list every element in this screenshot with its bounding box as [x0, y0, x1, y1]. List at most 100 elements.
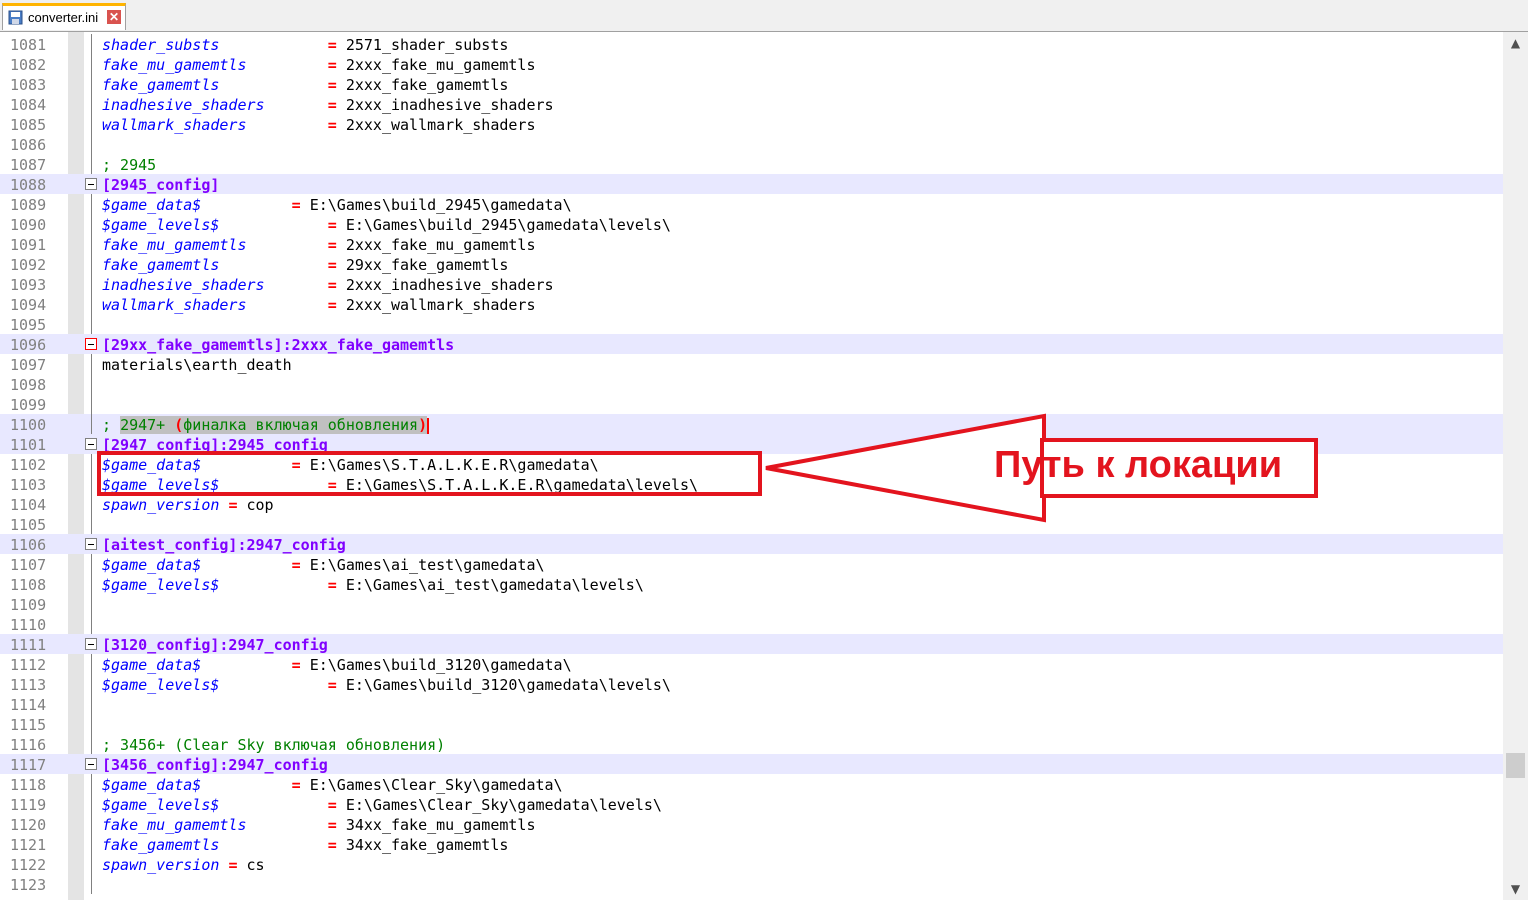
- code-line[interactable]: 1123: [0, 874, 1503, 894]
- code-line[interactable]: 1113 $game_levels$ = E:\Games\build_3120\…: [0, 674, 1503, 694]
- code-line[interactable]: 1119 $game_levels$ = E:\Games\Clear_Sky\g…: [0, 794, 1503, 814]
- code-line[interactable]: 1094 wallmark_shaders = 2xxx_wallmark_sha…: [0, 294, 1503, 314]
- ini-value: [201, 776, 291, 794]
- code-line[interactable]: 1090 $game_levels$ = E:\Games\build_2945\…: [0, 214, 1503, 234]
- code-line[interactable]: 1095: [0, 314, 1503, 334]
- fold-toggle-icon[interactable]: [85, 638, 97, 650]
- code-line[interactable]: 1088 [2945_config]: [0, 174, 1503, 194]
- code-line[interactable]: 1116 ; 3456+ (Clear Sky включая обновлени…: [0, 734, 1503, 754]
- ini-value: [219, 576, 327, 594]
- line-number: 1093: [10, 276, 47, 294]
- code-line[interactable]: 1082 fake_mu_gamemtls = 2xxx_fake_mu_game…: [0, 54, 1503, 74]
- ini-key: fake_gamemtls: [102, 836, 220, 854]
- ini-section: [29xx_fake_gamemtls]:2xxx_fake_gamemtls: [102, 336, 455, 354]
- tab-converter-ini[interactable]: converter.ini ✕: [2, 3, 126, 30]
- code-line[interactable]: 1108 $game_levels$ = E:\Games\ai_test\gam…: [0, 574, 1503, 594]
- code-line[interactable]: 1096 [29xx_fake_gamemtls]:2xxx_fake_gamem…: [0, 334, 1503, 354]
- line-text: fake_mu_gamemtls = 2xxx_fake_mu_gamemtls: [102, 235, 536, 255]
- line-number: 1122: [10, 856, 47, 874]
- code-line[interactable]: 1087 ; 2945: [0, 154, 1503, 174]
- code-line[interactable]: 1112 $game_data$ = E:\Games\build_3120\ga…: [0, 654, 1503, 674]
- code-line[interactable]: 1109: [0, 594, 1503, 614]
- code-line[interactable]: 1092 fake_gamemtls = 29xx_fake_gamemtls: [0, 254, 1503, 274]
- line-number: 1098: [10, 376, 47, 394]
- fold-guide: [91, 554, 92, 634]
- line-text: $game_levels$ = E:\Games\build_2945\game…: [102, 215, 671, 235]
- code-line[interactable]: 1085 wallmark_shaders = 2xxx_wallmark_sha…: [0, 114, 1503, 134]
- line-number: 1111: [10, 636, 47, 654]
- vertical-scrollbar[interactable]: ▲ ▼: [1503, 32, 1528, 900]
- code-line[interactable]: 1114: [0, 694, 1503, 714]
- line-number: 1100: [10, 416, 47, 434]
- scroll-up-icon[interactable]: ▲: [1503, 32, 1528, 52]
- fold-guide: [91, 454, 92, 534]
- ini-value: [219, 836, 327, 854]
- ini-value: [201, 196, 291, 214]
- line-text: [3456_config]:2947_config: [102, 755, 328, 775]
- ini-value: 34xx_fake_mu_gamemtls: [336, 816, 536, 834]
- fold-toggle-icon[interactable]: [85, 338, 97, 350]
- line-number: 1096: [10, 336, 47, 354]
- code-line[interactable]: 1084 inadhesive_shaders = 2xxx_inadhesive…: [0, 94, 1503, 114]
- line-text: [aitest_config]:2947_config: [102, 535, 346, 555]
- ini-operator: =: [291, 196, 301, 214]
- line-number: 1108: [10, 576, 47, 594]
- ini-value: [219, 36, 327, 54]
- code-line[interactable]: 1107 $game_data$ = E:\Games\ai_test\gamed…: [0, 554, 1503, 574]
- fold-toggle-icon[interactable]: [85, 178, 97, 190]
- line-number: 1115: [10, 716, 47, 734]
- code-line[interactable]: 1115: [0, 714, 1503, 734]
- brace-match: ): [418, 416, 428, 434]
- code-line[interactable]: 1120 fake_mu_gamemtls = 34xx_fake_mu_game…: [0, 814, 1503, 834]
- code-line[interactable]: 1100; 2947+ (финалка включая обновления): [0, 414, 1503, 434]
- line-number: 1097: [10, 356, 47, 374]
- ini-value: E:\Games\Clear_Sky\gamedata\: [300, 776, 563, 794]
- line-number: 1099: [10, 396, 47, 414]
- ini-operator: =: [327, 56, 337, 74]
- ini-value: 34xx_fake_gamemtls: [336, 836, 509, 854]
- close-icon[interactable]: ✕: [107, 10, 121, 24]
- ini-value: [219, 676, 327, 694]
- line-number: 1112: [10, 656, 47, 674]
- code-line[interactable]: 1089 $game_data$ = E:\Games\build_2945\ga…: [0, 194, 1503, 214]
- ini-value: [219, 256, 327, 274]
- code-line[interactable]: 1091 fake_mu_gamemtls = 2xxx_fake_mu_game…: [0, 234, 1503, 254]
- text-cursor: [427, 417, 430, 434]
- line-number: 1090: [10, 216, 47, 234]
- line-text: fake_gamemtls = 34xx_fake_gamemtls: [102, 835, 508, 855]
- code-line[interactable]: 1081 shader_substs = 2571_shader_substs: [0, 34, 1503, 54]
- code-line[interactable]: 1093 inadhesive_shaders = 2xxx_inadhesive…: [0, 274, 1503, 294]
- code-line[interactable]: 1098: [0, 374, 1503, 394]
- ini-value: 2xxx_inadhesive_shaders: [336, 96, 554, 114]
- tab-label: converter.ini: [28, 10, 99, 25]
- code-line[interactable]: 1118 $game_data$ = E:\Games\Clear_Sky\gam…: [0, 774, 1503, 794]
- line-number: 1123: [10, 876, 47, 894]
- ini-operator: =: [327, 816, 337, 834]
- code-line[interactable]: 1086: [0, 134, 1503, 154]
- ini-value: [201, 556, 291, 574]
- ini-operator: =: [327, 676, 337, 694]
- ini-section: [aitest_config]:2947_config: [102, 536, 346, 554]
- code-line[interactable]: 1111 [3120_config]:2947_config: [0, 634, 1503, 654]
- code-line[interactable]: 1110: [0, 614, 1503, 634]
- code-line[interactable]: 1117 [3456_config]:2947_config: [0, 754, 1503, 774]
- code-line[interactable]: 1099: [0, 394, 1503, 414]
- scroll-down-icon[interactable]: ▼: [1503, 878, 1528, 898]
- code-line[interactable]: 1106 [aitest_config]:2947_config: [0, 534, 1503, 554]
- code-line[interactable]: 1121 fake_gamemtls = 34xx_fake_gamemtls: [0, 834, 1503, 854]
- line-text: $game_data$ = E:\Games\Clear_Sky\gamedat…: [102, 775, 563, 795]
- ini-key: $game_data$: [102, 656, 202, 674]
- code-line[interactable]: 1105: [0, 514, 1503, 534]
- fold-toggle-icon[interactable]: [85, 438, 97, 450]
- ini-operator: =: [291, 556, 301, 574]
- fold-toggle-icon[interactable]: [85, 538, 97, 550]
- code-line[interactable]: 1097 materials\earth_death: [0, 354, 1503, 374]
- fold-guide: [91, 194, 92, 334]
- fold-toggle-icon[interactable]: [85, 758, 97, 770]
- line-text: wallmark_shaders = 2xxx_wallmark_shaders: [102, 295, 536, 315]
- code-line[interactable]: 1122 spawn_version = cs: [0, 854, 1503, 874]
- save-icon: [8, 10, 23, 25]
- scroll-thumb[interactable]: [1506, 753, 1525, 778]
- line-number: 1082: [10, 56, 47, 74]
- code-line[interactable]: 1083 fake_gamemtls = 2xxx_fake_gamemtls: [0, 74, 1503, 94]
